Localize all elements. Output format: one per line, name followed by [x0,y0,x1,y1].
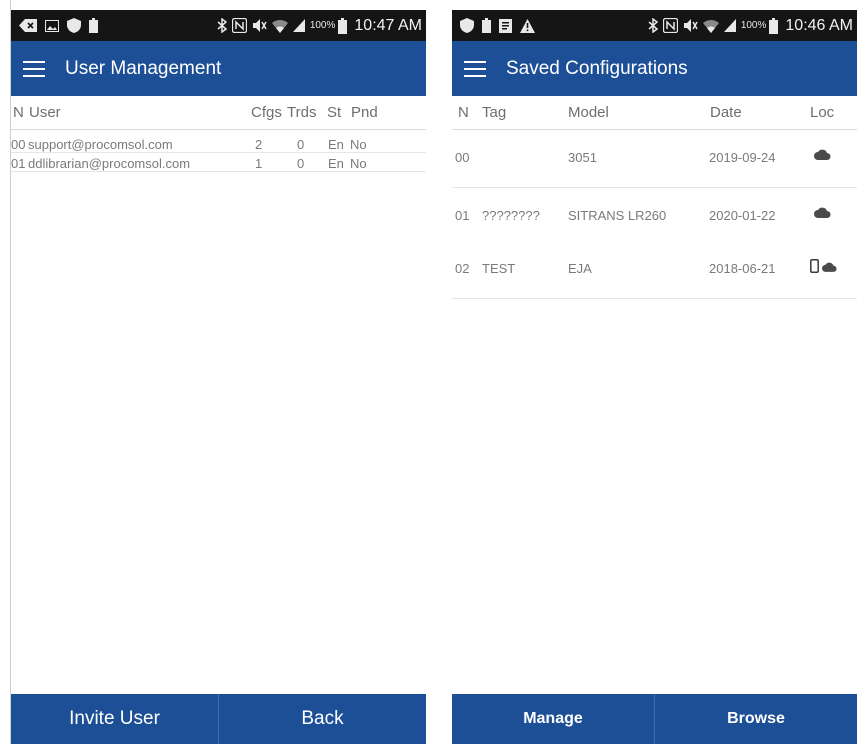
row-date: 2018-06-21 [709,261,776,276]
battery-small-icon [89,18,98,33]
column-header-loc[interactable]: Loc [810,104,834,121]
column-header-st[interactable]: St [327,104,341,121]
menu-icon[interactable] [464,60,486,77]
row-n: 00 [11,137,26,152]
row-user: support@procomsol.com [28,137,173,152]
row-trds: 0 [297,137,305,152]
browse-button[interactable]: Browse [654,694,857,744]
table-row[interactable]: 01 ???????? SITRANS LR260 2020-01-22 [452,189,857,246]
table-row[interactable]: 01 ddlibrarian@procomsol.com 1 0 En No [11,155,426,172]
bluetooth-icon [217,18,227,33]
column-header-n[interactable]: N [13,104,24,121]
invite-user-button[interactable]: Invite User [11,694,218,744]
row-trds: 0 [297,156,305,171]
row-date: 2019-09-24 [709,150,776,165]
user-management-screen: 100% 10:47 AM User Management N User Cfg… [10,0,426,744]
column-header-model[interactable]: Model [568,104,609,121]
row-st: En [328,156,344,171]
warning-icon [520,18,535,33]
gallery-icon [45,19,59,32]
table-header: N User Cfgs Trds St Pnd [11,96,426,130]
page-title: Saved Configurations [506,57,688,79]
signal-icon [292,19,305,32]
row-st: En [328,137,344,152]
table-row[interactable]: 00 3051 2019-09-24 [452,131,857,188]
top-margin [11,0,426,10]
row-tag: TEST [482,261,516,276]
footer-bar: Invite User Back [11,694,426,744]
row-loc [814,206,831,221]
battery-percent: 100% [740,20,767,31]
column-header-date[interactable]: Date [710,104,742,121]
row-model: EJA [568,261,592,276]
battery-percent: 100% [309,20,336,31]
row-n: 00 [455,150,470,165]
bluetooth-icon [648,18,658,33]
column-header-pnd[interactable]: Pnd [351,104,378,121]
row-loc [810,259,837,276]
mute-icon [683,18,698,33]
saved-configurations-screen: 100% 10:46 AM Saved Configurations N Tag… [452,0,857,744]
menu-icon[interactable] [23,60,45,77]
shield-icon [67,18,81,33]
battery-icon [338,17,348,34]
column-header-user[interactable]: User [29,104,61,121]
phone-icon [810,259,819,276]
nfc-icon [662,18,678,33]
nfc-icon [231,18,247,33]
status-time: 10:46 AM [785,16,853,34]
back-button[interactable]: Back [218,694,426,744]
row-pnd: No [350,137,367,152]
clipboard-icon [499,18,512,33]
cloud-icon [822,260,837,275]
wifi-icon [702,19,719,33]
cloud-icon [814,206,831,221]
back-arrow-icon [19,19,37,32]
row-n: 01 [11,156,26,171]
battery-icon [769,17,779,34]
table-header: N Tag Model Date Loc [452,96,857,130]
row-n: 02 [455,261,470,276]
status-bar: 100% 10:47 AM [11,10,426,41]
shield-icon [460,18,474,33]
top-margin [452,0,857,10]
row-user: ddlibrarian@procomsol.com [28,156,191,171]
status-time: 10:47 AM [354,16,422,34]
column-header-tag[interactable]: Tag [482,104,506,121]
column-header-n[interactable]: N [458,104,469,121]
wifi-icon [271,19,288,33]
row-pnd: No [350,156,367,171]
battery-small-icon [482,18,491,33]
column-header-cfgs[interactable]: Cfgs [251,104,282,121]
row-model: SITRANS LR260 [568,208,667,223]
table-row[interactable]: 00 support@procomsol.com 2 0 En No [11,136,426,153]
row-tag: ???????? [482,208,540,223]
manage-button[interactable]: Manage [452,694,654,744]
row-cfgs: 2 [255,137,263,152]
app-bar: User Management [11,41,426,96]
app-bar: Saved Configurations [452,41,857,96]
row-model: 3051 [568,150,597,165]
column-header-trds[interactable]: Trds [287,104,316,121]
mute-icon [252,18,267,33]
footer-bar: Manage Browse [452,694,857,744]
cloud-icon [814,148,831,163]
signal-icon [723,19,736,32]
page-title: User Management [65,57,222,79]
row-loc [814,148,831,163]
row-cfgs: 1 [255,156,263,171]
table-row[interactable]: 02 TEST EJA 2018-06-21 [452,242,857,299]
row-date: 2020-01-22 [709,208,776,223]
row-n: 01 [455,208,470,223]
status-bar: 100% 10:46 AM [452,10,857,41]
